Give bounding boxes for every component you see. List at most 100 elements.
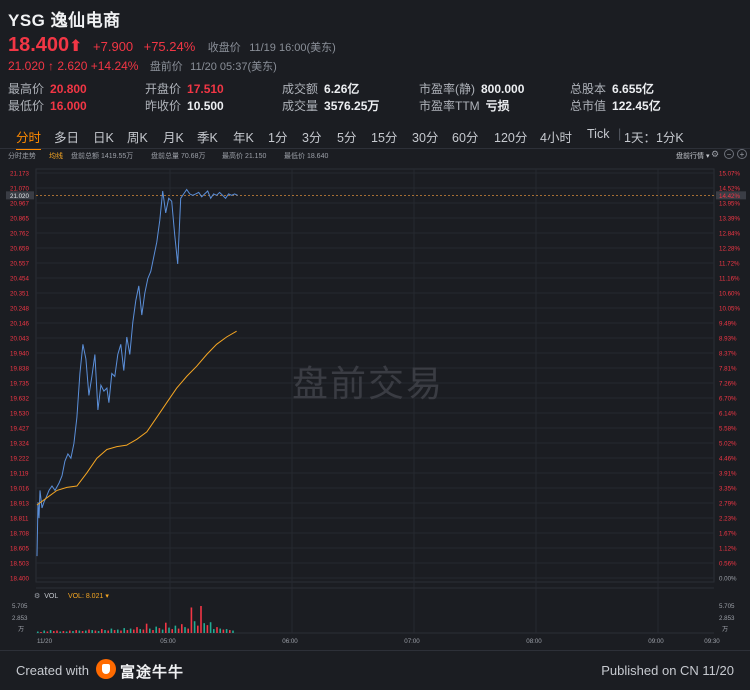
volume-bar <box>184 627 186 633</box>
volume-bar <box>123 628 125 633</box>
volume-bar <box>53 631 55 633</box>
y-tick-right: 2.79% <box>719 501 737 508</box>
volume-bar <box>155 626 157 633</box>
volume-bar <box>78 630 81 633</box>
volume-bar <box>40 632 42 633</box>
volume-tick-right: 2.853 <box>719 615 735 622</box>
volume-bar <box>46 631 49 633</box>
y-tick-right: 0.00% <box>719 576 737 583</box>
y-tick-right: 6.70% <box>719 396 737 403</box>
y-tick-left: 19.016 <box>10 486 29 493</box>
y-tick-left: 20.043 <box>10 336 29 343</box>
volume-bar <box>232 630 234 633</box>
y-tick-right: 0.56% <box>719 561 737 568</box>
y-tick-right: 12.84% <box>719 231 740 238</box>
volume-bar <box>209 622 212 633</box>
y-tick-left: 19.324 <box>10 441 29 448</box>
x-tick: 05:00 <box>160 638 176 645</box>
watermark: 盘前交易 <box>292 363 445 404</box>
volume-bar <box>177 628 180 633</box>
y-tick-left: 20.967 <box>10 201 29 208</box>
volume-value: VOL: 8.021 <box>67 593 104 600</box>
volume-tick-right: 5.705 <box>719 603 735 610</box>
volume-bar <box>133 629 135 633</box>
volume-bar <box>197 625 199 633</box>
volume-bar <box>94 630 97 633</box>
volume-bar <box>88 629 90 633</box>
y-tick-right: 11.72% <box>719 261 740 268</box>
volume-unit: 万 <box>722 626 728 633</box>
volume-bar <box>91 630 93 633</box>
y-tick-right: 9.49% <box>719 321 737 328</box>
footer: Created with 富途牛牛 Published on CN 11/20 <box>0 650 750 690</box>
volume-bar <box>203 623 205 633</box>
volume-bar <box>81 631 84 633</box>
y-tick-left: 19.530 <box>10 411 29 418</box>
volume-bar <box>187 628 189 633</box>
price-chart[interactable]: 21.17321.07020.96720.86520.76220.65920.5… <box>0 0 750 650</box>
y-tick-left: 18.811 <box>10 516 29 523</box>
series-line-1 <box>36 330 237 506</box>
y-tick-left: 18.708 <box>10 531 29 538</box>
volume-bar <box>107 630 109 633</box>
y-tick-right: 5.02% <box>719 441 737 448</box>
volume-bar <box>126 630 129 633</box>
volume-bar <box>165 622 167 633</box>
y-tick-right: 7.26% <box>719 381 737 388</box>
y-tick-left: 20.351 <box>10 291 29 298</box>
volume-bar <box>174 625 177 633</box>
volume-bar <box>129 628 132 633</box>
volume-bar <box>229 630 231 633</box>
volume-bar <box>72 631 74 633</box>
y-tick-left: 19.222 <box>10 456 29 463</box>
y-tick-left: 18.503 <box>10 561 29 568</box>
volume-dropdown-icon[interactable]: ▾ <box>105 593 109 600</box>
y-tick-right: 13.95% <box>719 201 740 208</box>
y-tick-left: 19.427 <box>10 426 29 433</box>
volume-bar <box>225 629 228 633</box>
y-tick-left: 18.400 <box>10 576 29 583</box>
y-tick-left: 21.173 <box>10 171 29 178</box>
volume-bar <box>85 630 87 633</box>
volume-bar <box>43 630 45 633</box>
y-tick-left: 19.735 <box>10 381 29 388</box>
volume-bar <box>145 623 148 633</box>
x-tick: 09:00 <box>648 638 664 645</box>
volume-bar <box>59 631 61 633</box>
volume-bar <box>216 627 218 633</box>
volume-bar <box>161 629 164 633</box>
y-tick-left: 20.659 <box>10 246 29 253</box>
y-tick-right: 4.46% <box>719 456 737 463</box>
volume-bar <box>97 631 100 633</box>
y-tick-right: 1.12% <box>719 546 737 553</box>
volume-bar <box>206 625 209 633</box>
volume-bar <box>110 628 113 633</box>
volume-bar <box>139 629 141 633</box>
volume-bar <box>69 630 71 633</box>
volume-bar <box>181 624 183 633</box>
y-tick-left: 19.632 <box>10 396 29 403</box>
volume-bar <box>168 627 170 633</box>
volume-bar <box>158 628 161 633</box>
y-tick-right: 10.05% <box>719 306 740 313</box>
volume-bar <box>142 629 145 633</box>
y-tick-right: 5.58% <box>719 426 737 433</box>
volume-bar <box>149 628 151 633</box>
y-tick-left: 20.146 <box>10 321 29 328</box>
y-tick-right: 12.28% <box>719 246 740 253</box>
futu-logo-icon <box>96 659 116 679</box>
y-tick-left: 19.838 <box>10 366 29 373</box>
current-pct-label: 14.42% <box>719 193 740 200</box>
volume-bar <box>120 630 122 633</box>
volume-legend: ⚙ VOL VOL: 8.021 ▾ <box>34 592 109 600</box>
volume-tick-left: 5.705 <box>12 603 28 610</box>
volume-bar <box>222 629 225 633</box>
y-tick-left: 20.865 <box>10 216 29 223</box>
volume-tick-left: 2.853 <box>12 615 28 622</box>
x-tick: 11/20 <box>37 638 53 645</box>
y-tick-left: 20.248 <box>10 306 29 313</box>
volume-settings-icon[interactable]: ⚙ <box>34 593 40 600</box>
created-with: Created with <box>16 663 89 678</box>
y-tick-right: 13.39% <box>719 216 740 223</box>
volume-bar <box>171 629 173 633</box>
